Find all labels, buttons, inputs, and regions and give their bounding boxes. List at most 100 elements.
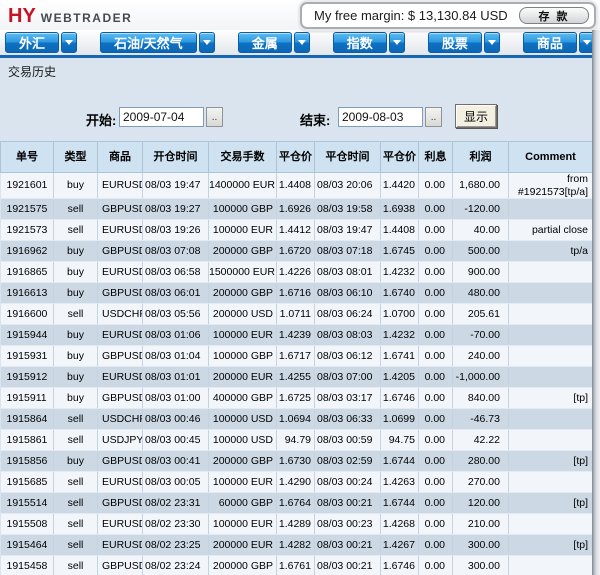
cell-open_price: 1.4412 [276,219,315,242]
cell-close_price: 1.6744 [380,450,419,473]
cell-lots: 200000 GBP [208,240,277,263]
table-row[interactable]: 1921575 sell GBPUSD 08/03 19:27 100000 GBP 1.… [0,198,593,221]
column-header-open_price: 平仓价 [276,141,315,173]
trade-history-table: 单号 类型 商品 开仓时间 交易手数 平仓价 平仓时间 平仓价 利息 利润 Comment 1921… [0,141,593,575]
end-date-picker-button[interactable]: .. [425,107,442,127]
cell-lots: 100000 EUR [208,471,277,494]
cell-close_price: 1.4263 [380,471,419,494]
table-row[interactable]: 1915944 buy EURUSD 08/03 01:06 100000 EUR 1.4… [0,324,593,347]
cell-close_price: 1.4267 [380,534,419,557]
vertical-scrollbar[interactable] [592,30,600,575]
cell-open_time: 08/03 00:41 [142,450,209,473]
start-date-input[interactable] [119,107,204,127]
cell-close_time: 08/03 20:06 [314,172,381,200]
cell-id: 1915861 [0,429,54,452]
cell-id: 1916865 [0,261,54,284]
table-row[interactable]: 1915464 sell EURUSD 08/02 23:25 200000 EUR 1.… [0,534,593,557]
cell-type: buy [53,345,98,368]
cell-open_price: 1.6764 [276,492,315,515]
cell-interest: 0.00 [418,387,453,410]
nav-tab-dropdown-icon[interactable] [61,32,78,53]
table-row[interactable]: 1915864 sell USDCHF 08/03 00:46 100000 USD 1.… [0,408,593,431]
table-row[interactable]: 1915508 sell EURUSD 08/02 23:30 100000 EUR 1.… [0,513,593,536]
cell-product: USDJPY [97,429,143,452]
cell-open_time: 08/03 19:47 [142,172,209,200]
end-date-input[interactable] [338,107,423,127]
table-row[interactable]: 1916962 buy GBPUSD 08/03 07:08 200000 GBP 1.6… [0,240,593,263]
nav-tab-dropdown-icon[interactable] [293,32,310,53]
cell-product: EURUSD [97,513,143,536]
cell-close_price: 1.6746 [380,555,419,575]
cell-product: EURUSD [97,172,143,200]
cell-lots: 100000 USD [208,429,277,452]
cell-product: EURUSD [97,219,143,242]
cell-id: 1915685 [0,471,54,494]
cell-open_price: 1.6716 [276,282,315,305]
nav-tab-4[interactable]: 指数 [332,32,387,53]
cell-type: sell [53,471,98,494]
nav-tab-group-4: 指数 [332,32,405,53]
cell-profit: 42.22 [452,429,509,452]
cell-interest: 0.00 [418,240,453,263]
table-row[interactable]: 1915685 sell EURUSD 08/03 00:05 100000 EUR 1.… [0,471,593,494]
cell-lots: 60000 GBP [208,492,277,515]
nav-tab-dropdown-icon[interactable] [198,32,215,53]
cell-lots: 100000 EUR [208,324,277,347]
nav-tab-2[interactable]: 石油/天然气 [100,32,197,53]
cell-lots: 100000 GBP [208,345,277,368]
nav-tab-dropdown-icon[interactable] [483,32,500,53]
cell-comment [508,513,593,536]
cell-open_time: 08/03 00:46 [142,408,209,431]
cell-lots: 200000 GBP [208,450,277,473]
cell-interest: 0.00 [418,324,453,347]
column-header-close_price: 平仓价 [380,141,419,173]
cell-product: EURUSD [97,261,143,284]
table-row[interactable]: 1915458 sell GBPUSD 08/02 23:24 200000 GBP 1.… [0,555,593,575]
cell-id: 1915931 [0,345,54,368]
cell-close_price: 1.4205 [380,366,419,389]
cell-type: sell [53,492,98,515]
table-row[interactable]: 1915514 sell GBPUSD 08/02 23:31 60000 GBP 1.6… [0,492,593,515]
cell-profit: 210.00 [452,513,509,536]
table-row[interactable]: 1915861 sell USDJPY 08/03 00:45 100000 USD 94… [0,429,593,452]
show-button[interactable]: 显示 [455,104,497,128]
cell-open_price: 1.4255 [276,366,315,389]
triangle-icon [582,40,591,45]
table-row[interactable]: 1921601 buy EURUSD 08/03 19:47 1400000 EUR 1.… [0,172,593,200]
cell-open_time: 08/03 01:00 [142,387,209,410]
cell-close_time: 08/03 19:47 [314,219,381,242]
table-row[interactable]: 1916613 buy GBPUSD 08/03 06:01 200000 GBP 1.6… [0,282,593,305]
table-header-row: 单号 类型 商品 开仓时间 交易手数 平仓价 平仓时间 平仓价 利息 利润 Comment [0,141,593,173]
cell-id: 1916600 [0,303,54,326]
cell-interest: 0.00 [418,534,453,557]
table-row[interactable]: 1916865 buy EURUSD 08/03 06:58 1500000 EUR 1.… [0,261,593,284]
trade-table-body: 1921601 buy EURUSD 08/03 19:47 1400000 EUR 1.… [0,172,593,575]
cell-comment: [tp] [508,450,593,473]
table-row[interactable]: 1916600 sell USDCHF 08/03 05:56 200000 USD 1.… [0,303,593,326]
cell-type: sell [53,555,98,575]
cell-comment [508,282,593,305]
nav-tab-6[interactable]: 商品 [522,32,577,53]
nav-tab-dropdown-icon[interactable] [388,32,405,53]
cell-open_price: 1.6725 [276,387,315,410]
nav-tab-3[interactable]: 金属 [237,32,292,53]
cell-comment [508,408,593,431]
cell-profit: 500.00 [452,240,509,263]
cell-type: buy [53,450,98,473]
cell-close_price: 1.4408 [380,219,419,242]
table-row[interactable]: 1915912 buy EURUSD 08/03 01:01 200000 EUR 1.4… [0,366,593,389]
table-row[interactable]: 1915911 buy GBPUSD 08/03 01:00 400000 GBP 1.6… [0,387,593,410]
nav-tab-5[interactable]: 股票 [427,32,482,53]
cell-close_time: 08/03 07:00 [314,366,381,389]
table-row[interactable]: 1915856 buy GBPUSD 08/03 00:41 200000 GBP 1.6… [0,450,593,473]
start-date-picker-button[interactable]: .. [206,107,223,127]
cell-type: sell [53,513,98,536]
nav-tab-1[interactable]: 外汇 [5,32,60,53]
deposit-button[interactable]: 存 款 [519,7,589,24]
cell-type: sell [53,429,98,452]
cell-interest: 0.00 [418,513,453,536]
table-row[interactable]: 1915931 buy GBPUSD 08/03 01:04 100000 GBP 1.6… [0,345,593,368]
cell-open_price: 1.4408 [276,172,315,200]
cell-lots: 200000 GBP [208,555,277,575]
table-row[interactable]: 1921573 sell EURUSD 08/03 19:26 100000 EUR 1.… [0,219,593,242]
